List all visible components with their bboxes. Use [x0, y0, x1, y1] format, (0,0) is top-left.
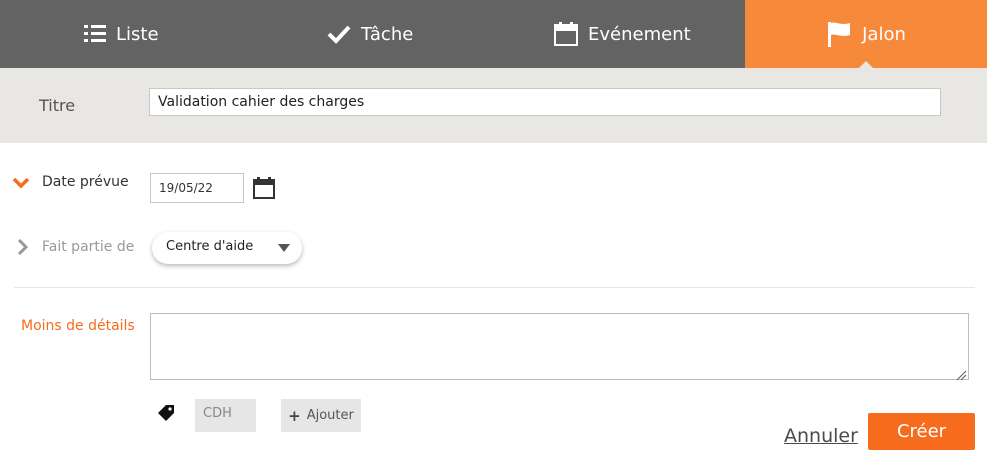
date-input[interactable]: 19/05/22 — [150, 173, 244, 203]
part-of-label: Fait partie de — [42, 239, 135, 255]
chevron-down-icon[interactable] — [12, 175, 30, 194]
tab-tache[interactable]: Tâche — [327, 0, 413, 68]
add-tag-label: Ajouter — [306, 408, 354, 423]
title-input[interactable]: Validation cahier des charges — [149, 88, 941, 116]
tag-chip[interactable]: CDH — [195, 399, 256, 432]
divider — [14, 287, 975, 288]
title-label: Titre — [39, 96, 76, 115]
add-tag-button[interactable]: + Ajouter — [281, 399, 361, 432]
chevron-right-icon[interactable] — [16, 238, 29, 260]
tag-icon — [157, 404, 175, 426]
create-button[interactable]: Créer — [868, 413, 975, 450]
tab-evenement-label: Evénement — [588, 23, 691, 45]
less-details-toggle[interactable]: Moins de détails — [21, 318, 135, 334]
plus-icon: + — [288, 406, 301, 425]
part-of-select[interactable]: Centre d'aide — [152, 232, 302, 264]
flag-icon — [826, 21, 852, 47]
calendar-icon[interactable] — [253, 177, 275, 199]
details-textarea[interactable] — [150, 313, 969, 380]
tab-tache-label: Tâche — [361, 23, 414, 45]
type-tabs: Liste Tâche Evénement Jalon — [0, 0, 987, 68]
tab-liste-label: Liste — [116, 23, 159, 45]
tab-liste[interactable]: Liste — [84, 0, 159, 68]
tab-jalon[interactable]: Jalon — [745, 0, 987, 68]
dropdown-arrow-icon — [278, 244, 290, 252]
part-of-value: Centre d'aide — [166, 239, 254, 254]
tab-jalon-label: Jalon — [862, 23, 906, 45]
check-icon — [327, 24, 351, 44]
cancel-link[interactable]: Annuler — [784, 425, 858, 447]
resize-handle-icon[interactable] — [955, 366, 967, 385]
list-icon — [84, 24, 106, 44]
calendar-icon — [554, 22, 578, 46]
tab-evenement[interactable]: Evénement — [554, 0, 691, 68]
date-label: Date prévue — [42, 174, 129, 190]
